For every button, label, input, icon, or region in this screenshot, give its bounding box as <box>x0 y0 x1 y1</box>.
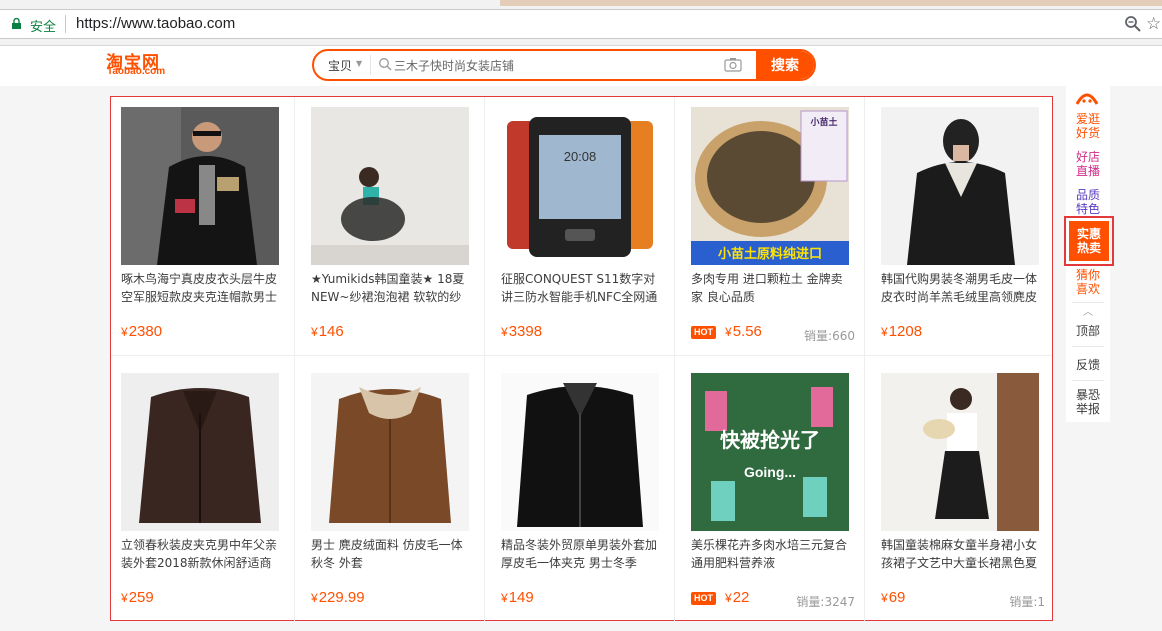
product-title[interactable]: 啄木鸟海宁真皮皮衣头层牛皮空军服短款皮夹克连帽款男士 <box>121 270 283 306</box>
lock-icon <box>12 18 21 29</box>
url-divider <box>65 15 66 33</box>
product-price: ¥2380 <box>121 323 163 340</box>
sidenav-divider <box>1072 380 1104 381</box>
search-icon <box>379 58 392 71</box>
product-title[interactable]: 征服CONQUEST S11数字对讲三防水智能手机NFC全网通4G <box>501 270 663 306</box>
product-card[interactable]: 小苗土 小苗土原料纯进口 多肉专用 进口颗粒土 金牌卖家 良心品质 HOT ¥5… <box>681 97 871 355</box>
sidenav-divider <box>1072 302 1104 303</box>
product-price: ¥1208 <box>881 323 923 340</box>
product-card[interactable]: 韩国代购男装冬潮男毛皮一体皮衣时尚羊羔毛绒里高领麂皮 ¥1208 <box>871 97 1061 355</box>
product-price: ¥146 <box>311 323 344 340</box>
side-nav: 爱逛 好货 好店 直播 品质 特色 实惠 热卖 猜你 喜欢 ︿ 顶部 反馈 暴恐 举报 <box>1064 86 1114 422</box>
product-price: ¥22 <box>725 589 750 606</box>
product-price: ¥149 <box>501 589 534 606</box>
chevron-down-icon[interactable]: ▼ <box>356 59 362 68</box>
sidenav-item-guess-you-like[interactable]: 猜你 喜欢 <box>1066 268 1110 296</box>
product-card[interactable]: ★Yumikids韩国童装★ 18夏NEW~纱裙泡泡裙 软软的纱 ¥146 <box>301 97 491 355</box>
sidenav-item-good-finds[interactable]: 爱逛 好货 <box>1066 112 1110 140</box>
browser-tab-strip <box>500 0 1162 6</box>
browser-toolbar: 安全 https://www.taobao.com ☆ <box>0 0 1162 46</box>
fertilizer-going-text: Going... <box>744 464 796 480</box>
sidenav-item-hot-deals-label: 实惠 热卖 <box>1069 221 1109 261</box>
product-title[interactable]: 精品冬装外贸原单男装外套加厚皮毛一体夹克 男士冬季 <box>501 536 663 572</box>
sidenav-item-top[interactable]: 顶部 <box>1066 324 1110 338</box>
product-card[interactable]: 20:08 征服CONQUEST S11数字对讲三防水智能手机NFC全网通4G … <box>491 97 681 355</box>
product-image[interactable]: 快被抢光了 Going... <box>691 373 849 531</box>
product-image[interactable]: 20:08 <box>501 107 659 265</box>
grid-divider <box>111 355 1052 356</box>
search-divider <box>370 55 371 75</box>
product-title[interactable]: 韩国童装棉麻女童半身裙小女孩裙子文艺中大童长裙黑色夏 <box>881 536 1043 572</box>
product-price: ¥5.56 <box>725 323 762 340</box>
fertilizer-banner-text: 快被抢光了 <box>720 428 820 452</box>
bookmark-star-icon[interactable]: ☆ <box>1146 14 1161 34</box>
soil-banner-text: 小苗土原料纯进口 <box>718 246 822 262</box>
product-title[interactable]: 多肉专用 进口颗粒土 金牌卖家 良心品质 <box>691 270 853 306</box>
sales-count: 销量:1 <box>1009 595 1045 609</box>
sidenav-item-feedback[interactable]: 反馈 <box>1066 358 1110 372</box>
product-card[interactable]: 立领春秋装皮夹克男中年父亲装外套2018新款休闲舒适商 ¥259 <box>111 363 301 621</box>
product-price: ¥3398 <box>501 323 543 340</box>
product-card[interactable]: 男士 麂皮绒面料 仿皮毛一体 秋冬 外套 ¥229.99 <box>301 363 491 621</box>
search-button[interactable]: 搜索 <box>756 51 814 79</box>
search-bar: 宝贝 ▼ 搜索 <box>312 49 816 81</box>
product-title[interactable]: ★Yumikids韩国童装★ 18夏NEW~纱裙泡泡裙 软软的纱 <box>311 270 473 306</box>
product-title[interactable]: 立领春秋装皮夹克男中年父亲装外套2018新款休闲舒适商 <box>121 536 283 572</box>
product-image[interactable] <box>881 373 1039 531</box>
soil-tag-text: 小苗土 <box>809 116 837 128</box>
product-image[interactable] <box>121 373 279 531</box>
address-bar[interactable]: 安全 https://www.taobao.com ☆ <box>0 9 1162 39</box>
hot-badge: HOT <box>691 326 716 339</box>
search-input[interactable] <box>394 55 694 77</box>
zoom-icon[interactable] <box>1124 15 1142 33</box>
product-image[interactable] <box>121 107 279 265</box>
product-image[interactable] <box>311 107 469 265</box>
product-price: ¥229.99 <box>311 589 365 606</box>
product-title[interactable]: 韩国代购男装冬潮男毛皮一体皮衣时尚羊羔毛绒里高领麂皮 <box>881 270 1043 306</box>
product-price: ¥69 <box>881 589 906 606</box>
sidenav-item-quality[interactable]: 品质 特色 <box>1066 188 1110 216</box>
product-card[interactable]: 精品冬装外贸原单男装外套加厚皮毛一体夹克 男士冬季 ¥149 <box>491 363 681 621</box>
search-category-select[interactable]: 宝贝 <box>328 57 352 74</box>
product-price: ¥259 <box>121 589 154 606</box>
sidenav-divider <box>1072 346 1104 347</box>
product-image[interactable] <box>501 373 659 531</box>
product-title[interactable]: 美乐棵花卉多肉水培三元复合通用肥料营养液 <box>691 536 853 572</box>
product-image[interactable] <box>311 373 469 531</box>
site-header: 淘宝网 Taobao.com 宝贝 ▼ 搜索 <box>0 46 1162 86</box>
product-grid: 啄木鸟海宁真皮皮衣头层牛皮空军服短款皮夹克连帽款男士 ¥2380 ★Yumiki… <box>110 96 1053 622</box>
sidenav-item-report[interactable]: 暴恐 举报 <box>1066 388 1110 416</box>
product-image[interactable]: 小苗土 小苗土原料纯进口 <box>691 107 849 265</box>
product-card[interactable]: 韩国童装棉麻女童半身裙小女孩裙子文艺中大童长裙黑色夏 ¥69 销量:1 <box>871 363 1061 621</box>
chevron-up-icon[interactable]: ︿ <box>1066 306 1110 320</box>
product-image[interactable] <box>881 107 1039 265</box>
product-card[interactable]: 啄木鸟海宁真皮皮衣头层牛皮空军服短款皮夹克连帽款男士 ¥2380 <box>111 97 301 355</box>
sales-count: 销量:660 <box>804 329 855 343</box>
secure-label: 安全 <box>30 19 57 34</box>
sidenav-item-hot-deals[interactable]: 实惠 热卖 <box>1064 216 1114 266</box>
product-title[interactable]: 男士 麂皮绒面料 仿皮毛一体 秋冬 外套 <box>311 536 473 572</box>
product-card[interactable]: 快被抢光了 Going... 美乐棵花卉多肉水培三元复合通用肥料营养液 HOT … <box>681 363 871 621</box>
hot-badge: HOT <box>691 592 716 605</box>
taobao-logo-domain[interactable]: Taobao.com <box>107 66 165 77</box>
sidenav-item-live-stores[interactable]: 好店 直播 <box>1066 150 1110 178</box>
sales-count: 销量:3247 <box>796 595 855 609</box>
phone-clock-text: 20:08 <box>564 149 597 164</box>
taobao-face-icon <box>1075 93 1099 105</box>
camera-icon[interactable] <box>724 57 742 72</box>
url-text[interactable]: https://www.taobao.com <box>76 15 235 32</box>
